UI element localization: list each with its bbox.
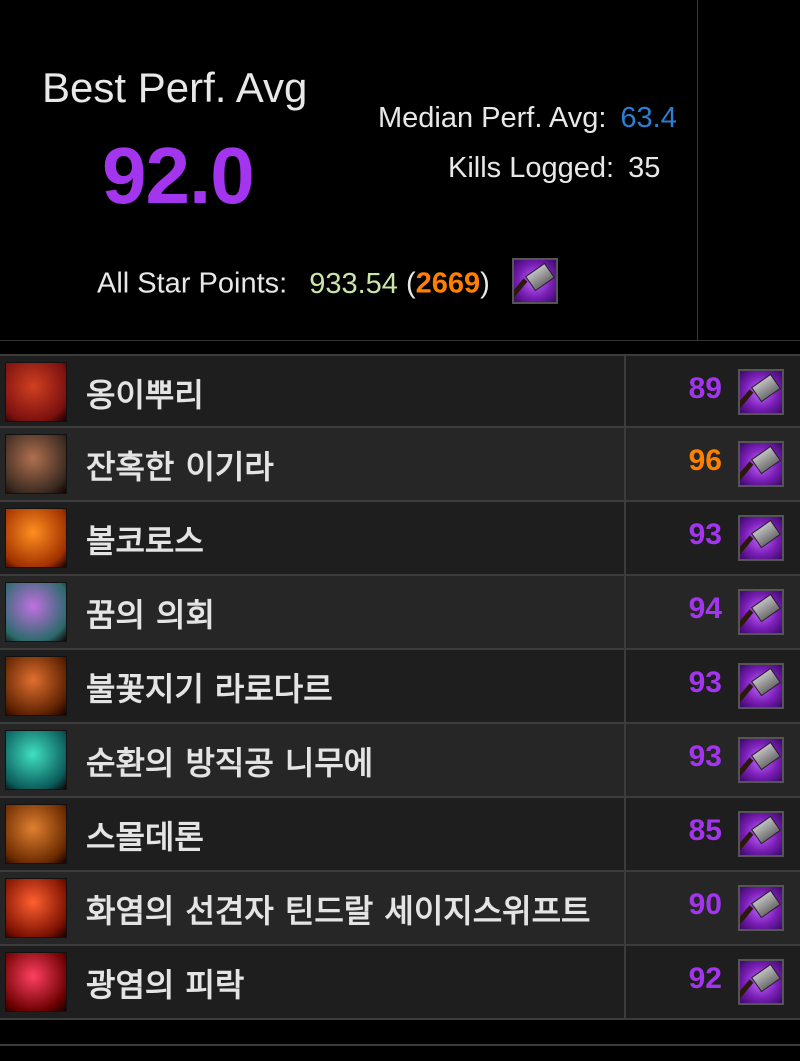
column-divider — [624, 724, 626, 796]
hammer-icon[interactable] — [738, 885, 784, 931]
hammer-icon[interactable] — [738, 737, 784, 783]
boss-row[interactable]: 꿈의 의회 94 — [0, 576, 800, 650]
column-divider — [624, 502, 626, 574]
column-divider — [624, 576, 626, 648]
hammer-icon[interactable] — [511, 258, 558, 304]
boss-score[interactable]: 90 — [689, 888, 722, 922]
header-divider — [697, 0, 698, 340]
all-star-points-row: All Star Points: 933.54 (2669) — [97, 258, 558, 308]
median-perf-label: Median Perf. Avg: — [378, 102, 607, 134]
hammer-icon[interactable] — [738, 959, 784, 1005]
boss-score[interactable]: 93 — [689, 666, 722, 700]
boss-row[interactable]: 옹이뿌리 89 — [0, 354, 800, 428]
column-divider — [624, 946, 626, 1018]
hammer-icon[interactable] — [738, 589, 784, 635]
all-star-points-label: All Star Points: — [97, 267, 288, 300]
boss-name[interactable]: 순환의 방직공 니무에 — [86, 738, 373, 784]
boss-score[interactable]: 93 — [689, 740, 722, 774]
hammer-icon[interactable] — [738, 441, 784, 487]
all-star-rank: 2669 — [415, 267, 481, 300]
boss-row[interactable]: 화염의 선견자 틴드랄 세이지스위프트 90 — [0, 872, 800, 946]
boss-score[interactable]: 93 — [689, 518, 722, 552]
boss-name[interactable]: 불꽃지기 라로다르 — [86, 664, 333, 710]
hammer-icon[interactable] — [738, 811, 784, 857]
boss-row[interactable]: 스몰데론 85 — [0, 798, 800, 872]
boss-portrait-icon[interactable] — [5, 582, 67, 642]
boss-portrait-icon[interactable] — [5, 434, 67, 494]
best-perf-value: 92.0 — [102, 131, 255, 220]
rank-close-paren: ) — [480, 267, 490, 300]
boss-row[interactable]: 잔혹한 이기라 96 — [0, 428, 800, 502]
boss-ranking-table: 옹이뿌리 89 잔혹한 이기라 96 볼코로스 93 꿈의 의회 94 불꽃지기 라로다르 93 순… — [0, 354, 800, 1020]
boss-portrait-icon[interactable] — [5, 362, 67, 422]
boss-portrait-icon[interactable] — [5, 730, 67, 790]
boss-name[interactable]: 볼코로스 — [86, 516, 204, 562]
column-divider — [624, 356, 626, 426]
boss-name[interactable]: 잔혹한 이기라 — [86, 442, 274, 488]
boss-name[interactable]: 광염의 피락 — [86, 960, 244, 1006]
rank-open-paren: ( — [405, 267, 416, 300]
kills-logged-label: Kills Logged: — [448, 152, 615, 184]
boss-name[interactable]: 옹이뿌리 — [86, 370, 204, 416]
boss-score[interactable]: 94 — [689, 592, 722, 626]
boss-portrait-icon[interactable] — [5, 508, 67, 568]
all-star-points-value: 933.54 — [309, 267, 398, 300]
boss-score[interactable]: 85 — [689, 814, 722, 848]
column-divider — [624, 798, 626, 870]
column-divider — [624, 650, 626, 722]
boss-portrait-icon[interactable] — [5, 804, 67, 864]
boss-score[interactable]: 89 — [689, 372, 722, 406]
boss-name[interactable]: 화염의 선견자 틴드랄 세이지스위프트 — [86, 886, 590, 932]
best-perf-label: Best Perf. Avg — [42, 64, 308, 111]
kills-logged-value: 35 — [628, 152, 661, 184]
section-divider — [0, 340, 800, 341]
boss-score[interactable]: 96 — [689, 444, 722, 478]
hammer-icon[interactable] — [738, 663, 784, 709]
hammer-icon[interactable] — [738, 369, 784, 415]
table-bottom-rule — [0, 1044, 800, 1046]
boss-score[interactable]: 92 — [689, 962, 722, 996]
boss-row[interactable]: 불꽃지기 라로다르 93 — [0, 650, 800, 724]
boss-portrait-icon[interactable] — [5, 656, 67, 716]
median-perf-value: 63.4 — [620, 102, 677, 134]
kills-logged-row: Kills Logged: 35 — [448, 152, 660, 185]
column-divider — [624, 428, 626, 500]
boss-row[interactable]: 순환의 방직공 니무에 93 — [0, 724, 800, 798]
boss-row[interactable]: 볼코로스 93 — [0, 502, 800, 576]
median-perf-row: Median Perf. Avg: 63.4 — [378, 102, 677, 135]
boss-portrait-icon[interactable] — [5, 952, 67, 1012]
boss-name[interactable]: 스몰데론 — [86, 812, 204, 858]
boss-name[interactable]: 꿈의 의회 — [86, 590, 215, 636]
boss-row[interactable]: 광염의 피락 92 — [0, 946, 800, 1020]
column-divider — [624, 872, 626, 944]
boss-portrait-icon[interactable] — [5, 878, 67, 938]
hammer-icon[interactable] — [738, 515, 784, 561]
